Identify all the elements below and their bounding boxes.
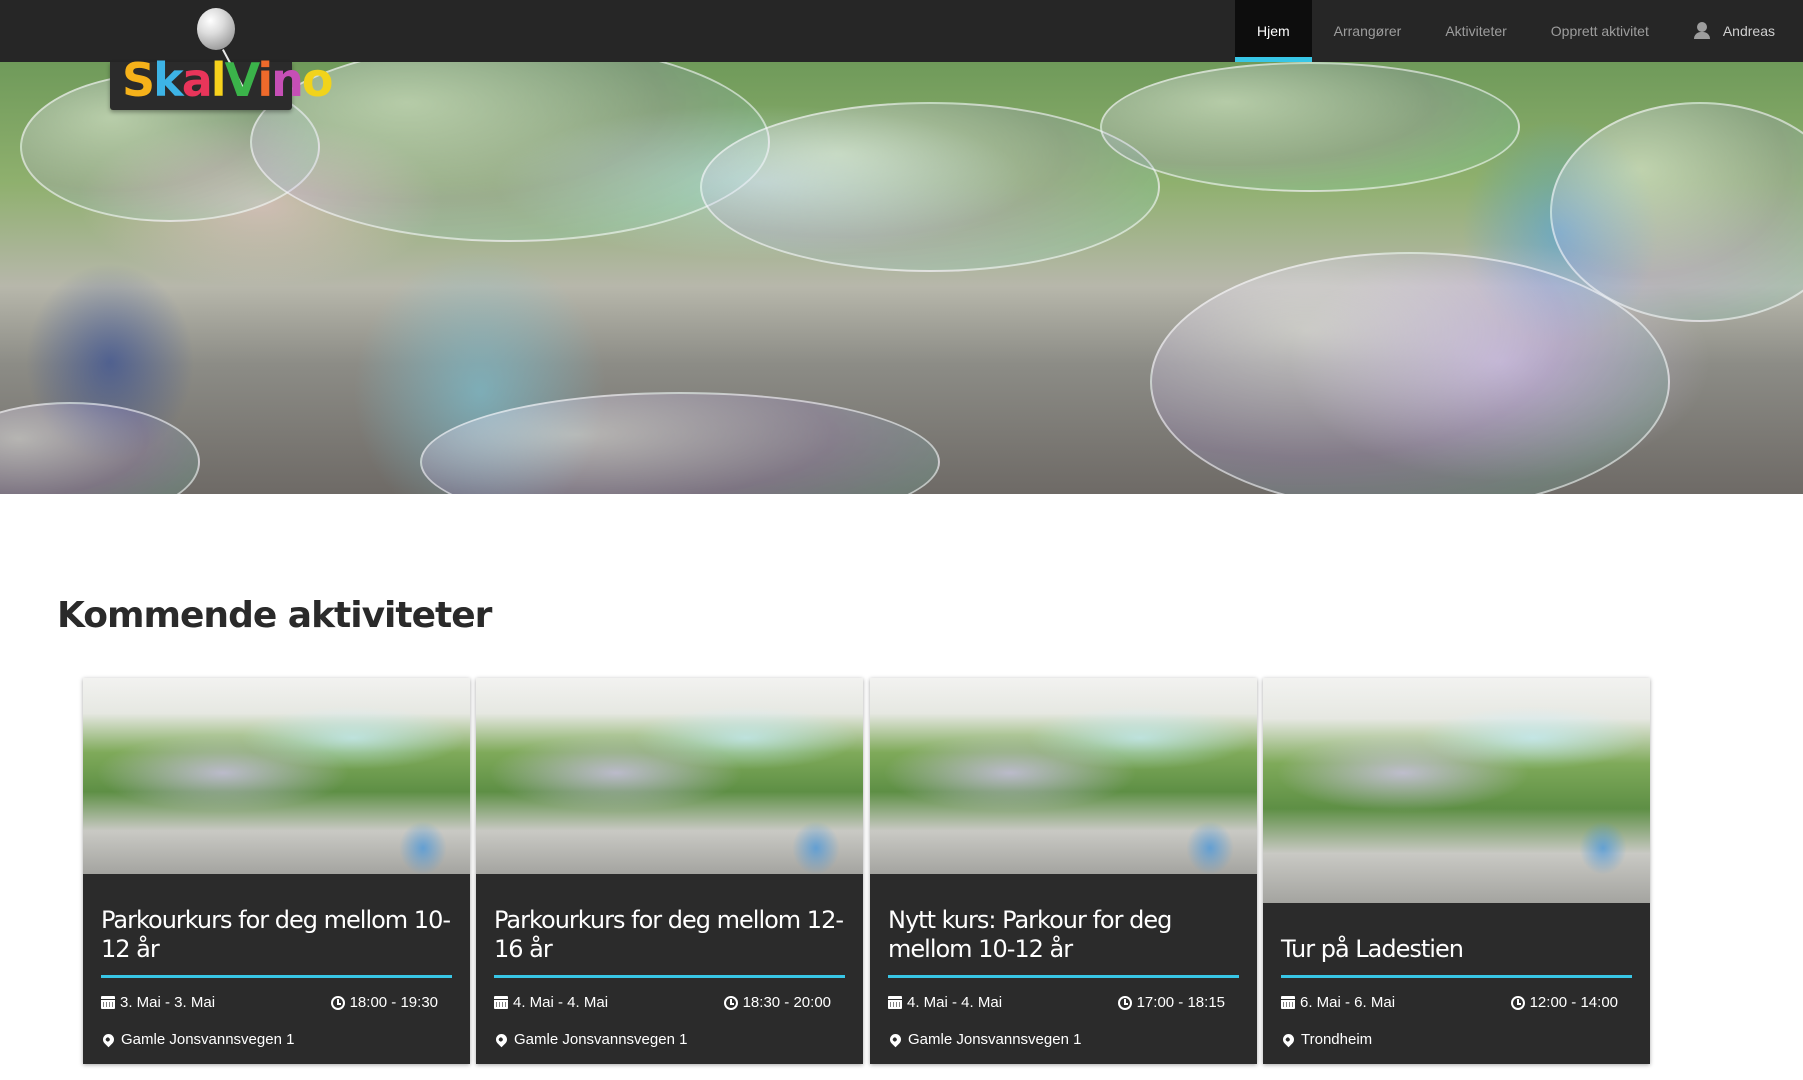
card-title: Tur på Ladestien xyxy=(1281,935,1464,963)
card-divider xyxy=(101,975,452,978)
card-title: Parkourkurs for deg mellom 10-12 år xyxy=(101,906,451,963)
activity-card[interactable]: Tur på Ladestien 6. Mai - 6. Mai 12:00 -… xyxy=(1263,678,1650,1064)
card-image xyxy=(1263,678,1650,903)
card-title: Parkourkurs for deg mellom 12-16 år xyxy=(494,906,844,963)
activity-card[interactable]: Parkourkurs for deg mellom 10-12 år 3. M… xyxy=(83,678,470,1064)
map-pin-icon xyxy=(493,1031,510,1048)
card-divider xyxy=(1281,975,1632,978)
activity-card[interactable]: Parkourkurs for deg mellom 12-16 år 4. M… xyxy=(476,678,863,1064)
navbar: SkalVino Hjem Arrangører Aktiviteter Opp… xyxy=(0,0,1803,110)
card-time: 18:30 - 20:00 xyxy=(723,994,831,1011)
hero-banner xyxy=(0,62,1803,494)
section-title: Kommende aktiviteter xyxy=(57,595,492,636)
user-icon xyxy=(1693,22,1711,40)
map-pin-icon xyxy=(1280,1031,1297,1048)
nav-item-hjem[interactable]: Hjem xyxy=(1234,0,1312,62)
activity-cards: Parkourkurs for deg mellom 10-12 år 3. M… xyxy=(83,678,1653,1064)
nav-item-aktiviteter[interactable]: Aktiviteter xyxy=(1423,0,1528,62)
hero-bubble xyxy=(420,392,940,494)
clock-icon xyxy=(330,995,345,1010)
card-location: Gamle Jonsvannsvegen 1 xyxy=(100,1031,294,1048)
card-image xyxy=(476,678,863,874)
card-time: 12:00 - 14:00 xyxy=(1510,994,1618,1011)
card-divider xyxy=(494,975,845,978)
card-image xyxy=(83,678,470,874)
card-date: 4. Mai - 4. Mai xyxy=(888,994,1002,1011)
logo-wordmark: SkalVino xyxy=(122,53,333,107)
map-pin-icon xyxy=(887,1031,904,1048)
card-title: Nytt kurs: Parkour for deg mellom 10-12 … xyxy=(888,906,1172,963)
card-date: 3. Mai - 3. Mai xyxy=(101,994,215,1011)
balloon-icon xyxy=(197,8,235,50)
user-name: Andreas xyxy=(1722,23,1775,39)
card-location: Trondheim xyxy=(1280,1031,1372,1048)
nav-item-arrangorer[interactable]: Arrangører xyxy=(1312,0,1424,62)
user-menu[interactable]: Andreas xyxy=(1671,0,1803,62)
card-divider xyxy=(888,975,1239,978)
calendar-icon xyxy=(494,996,508,1009)
calendar-icon xyxy=(888,996,902,1009)
calendar-icon xyxy=(101,996,115,1009)
hero-bubble xyxy=(700,102,1160,272)
main-nav: Hjem Arrangører Aktiviteter Opprett akti… xyxy=(1234,0,1803,62)
card-time: 18:00 - 19:30 xyxy=(330,994,438,1011)
clock-icon xyxy=(1117,995,1132,1010)
hero-bubble xyxy=(1100,62,1520,192)
card-date: 6. Mai - 6. Mai xyxy=(1281,994,1395,1011)
clock-icon xyxy=(723,995,738,1010)
card-date: 4. Mai - 4. Mai xyxy=(494,994,608,1011)
activity-card[interactable]: Nytt kurs: Parkour for deg mellom 10-12 … xyxy=(870,678,1257,1064)
card-time: 17:00 - 18:15 xyxy=(1117,994,1225,1011)
card-location: Gamle Jonsvannsvegen 1 xyxy=(887,1031,1081,1048)
card-location: Gamle Jonsvannsvegen 1 xyxy=(493,1031,687,1048)
calendar-icon xyxy=(1281,996,1295,1009)
site-logo[interactable]: SkalVino xyxy=(110,0,333,110)
nav-item-opprett-aktivitet[interactable]: Opprett aktivitet xyxy=(1529,0,1671,62)
clock-icon xyxy=(1510,995,1525,1010)
hero-bubble xyxy=(0,402,200,494)
map-pin-icon xyxy=(100,1031,117,1048)
card-image xyxy=(870,678,1257,874)
